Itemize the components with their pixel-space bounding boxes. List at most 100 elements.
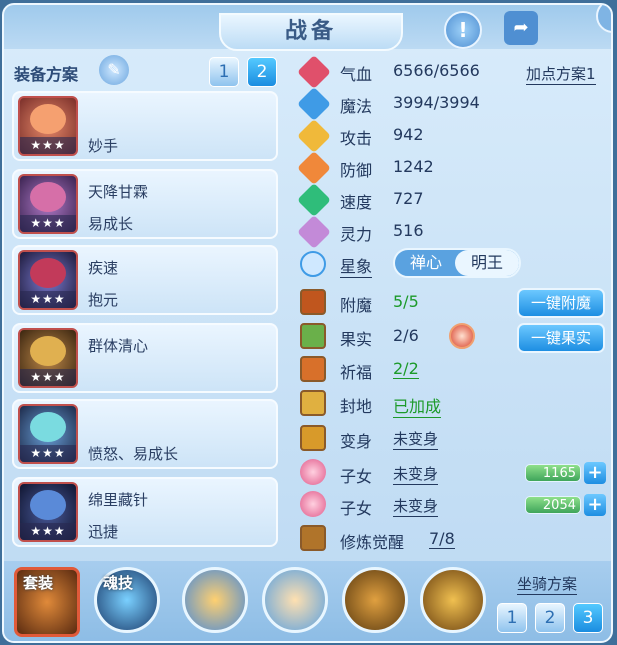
equipment-thumbnail: ★★★ — [18, 96, 78, 156]
equipment-effect-2: 迅捷 — [88, 523, 119, 541]
star-option-chanxin[interactable]: 禅心 — [395, 250, 457, 276]
mount-scheme-1-button[interactable]: 1 — [497, 603, 527, 633]
attack-icon — [297, 119, 331, 153]
equipment-scheme-2-button[interactable]: 2 — [247, 57, 277, 87]
mount-scheme-2-button[interactable]: 2 — [535, 603, 565, 633]
suit-button[interactable]: 套装 — [14, 567, 80, 637]
attack-value: 942 — [393, 125, 424, 144]
enchant-label: 附魔 — [340, 296, 373, 315]
equipment-card[interactable]: ★★★ 绵里藏针 迅捷 — [12, 477, 278, 547]
equipment-effect-2: 妙手 — [88, 137, 119, 155]
star-rating: ★★★ — [20, 215, 76, 232]
info-icon[interactable]: ! — [444, 11, 482, 49]
battle-prep-panel: 战备 ! ➦ 装备方案 ✎ 1 2 ★★★ 妙手 ★★★ 天降甘霖 易成长 ★★… — [2, 3, 613, 643]
mount-skill-3-icon[interactable] — [342, 567, 408, 633]
edit-pencil-icon[interactable]: ✎ — [99, 55, 129, 85]
child-2-value[interactable]: 未变身 — [393, 495, 439, 517]
mp-icon — [297, 87, 331, 121]
transform-label: 变身 — [340, 432, 373, 451]
fruit-icon — [300, 323, 326, 349]
bless-icon — [300, 356, 326, 382]
one-click-fruit-button[interactable]: 一键果实 — [517, 323, 605, 353]
equipment-scheme-label: 装备方案 — [14, 65, 79, 84]
defense-value: 1242 — [393, 157, 434, 176]
soul-skill-button[interactable]: 魂技 — [94, 567, 160, 633]
defense-label: 防御 — [340, 161, 373, 180]
speed-value: 727 — [393, 189, 424, 208]
equipment-thumbnail: ★★★ — [18, 174, 78, 234]
equipment-card[interactable]: ★★★ 妙手 — [12, 91, 278, 161]
timer-icon[interactable] — [449, 323, 475, 349]
speed-label: 速度 — [340, 193, 373, 212]
spirit-value: 516 — [393, 221, 424, 240]
cultivation-awaken-icon — [300, 525, 326, 551]
equipment-effect-1: 群体清心 — [88, 337, 149, 355]
one-click-enchant-button[interactable]: 一键附魔 — [517, 288, 605, 318]
seal-land-value[interactable]: 已加成 — [393, 393, 442, 418]
mount-scheme-link[interactable]: 坐骑方案 — [517, 573, 578, 595]
cultivation-awaken-label: 修炼觉醒 — [340, 533, 405, 552]
bless-value[interactable]: 2/2 — [393, 359, 419, 379]
point-scheme-link[interactable]: 加点方案1 — [526, 63, 596, 85]
equipment-effect-1: 疾速 — [88, 259, 119, 277]
page-title: 战备 — [219, 13, 403, 51]
child-2-bar: 2054 — [525, 496, 581, 514]
spirit-icon — [297, 215, 331, 249]
share-icon[interactable]: ➦ — [504, 11, 538, 45]
soul-skill-label: 魂技 — [103, 574, 134, 592]
equipment-effect-2: 易成长 — [88, 215, 134, 233]
child-1-icon — [300, 459, 326, 485]
fruit-label: 果实 — [340, 330, 373, 349]
equipment-effect-1: 绵里藏针 — [88, 491, 149, 509]
mount-scheme-3-button[interactable]: 3 — [573, 603, 603, 633]
equipment-card[interactable]: ★★★ 天降甘霖 易成长 — [12, 169, 278, 239]
mount-skill-2-icon[interactable] — [262, 567, 328, 633]
transform-icon — [300, 425, 326, 451]
equipment-scheme-1-button[interactable]: 1 — [209, 57, 239, 87]
hp-label: 气血 — [340, 65, 373, 84]
suit-label: 套装 — [23, 574, 54, 592]
cultivation-awaken-value[interactable]: 7/8 — [429, 529, 455, 549]
enchant-value: 5/5 — [393, 292, 419, 311]
hp-icon — [297, 55, 331, 89]
star-sign-icon — [300, 251, 326, 277]
child-1-bar: 1165 — [525, 464, 581, 482]
star-rating: ★★★ — [20, 291, 76, 308]
equipment-thumbnail: ★★★ — [18, 482, 78, 542]
child-1-value[interactable]: 未变身 — [393, 463, 439, 485]
child-2-label: 子女 — [340, 499, 373, 518]
seal-land-label: 封地 — [340, 397, 373, 416]
mount-skill-1-icon[interactable] — [182, 567, 248, 633]
star-rating: ★★★ — [20, 445, 76, 462]
child-1-label: 子女 — [340, 467, 373, 486]
mp-label: 魔法 — [340, 97, 373, 116]
star-sign-toggle[interactable]: 禅心 明王 — [393, 248, 521, 278]
equipment-card[interactable]: ★★★ 疾速 抱元 — [12, 245, 278, 315]
equipment-thumbnail: ★★★ — [18, 250, 78, 310]
equipment-card[interactable]: ★★★ 群体清心 — [12, 323, 278, 393]
fruit-value: 2/6 — [393, 326, 419, 345]
equipment-effect-2: 愤怒、易成长 — [88, 445, 179, 463]
star-option-mingwang[interactable]: 明王 — [455, 250, 519, 276]
speed-icon — [297, 183, 331, 217]
mount-skill-4-icon[interactable] — [420, 567, 486, 633]
enchant-icon — [300, 289, 326, 315]
spirit-label: 灵力 — [340, 225, 373, 244]
defense-icon — [297, 151, 331, 185]
mp-value: 3994/3994 — [393, 93, 480, 112]
child-2-icon — [300, 491, 326, 517]
equipment-thumbnail: ★★★ — [18, 404, 78, 464]
hp-value: 6566/6566 — [393, 61, 480, 80]
child-1-add-button[interactable]: + — [584, 462, 606, 484]
star-rating: ★★★ — [20, 523, 76, 540]
star-rating: ★★★ — [20, 137, 76, 154]
equipment-effect-1: 天降甘霖 — [88, 183, 149, 201]
star-sign-label[interactable]: 星象 — [340, 253, 373, 278]
star-rating: ★★★ — [20, 369, 76, 386]
transform-value[interactable]: 未变身 — [393, 428, 439, 450]
equipment-effect-2: 抱元 — [88, 291, 119, 309]
attack-label: 攻击 — [340, 129, 373, 148]
equipment-thumbnail: ★★★ — [18, 328, 78, 388]
child-2-add-button[interactable]: + — [584, 494, 606, 516]
equipment-card[interactable]: ★★★ 愤怒、易成长 — [12, 399, 278, 469]
